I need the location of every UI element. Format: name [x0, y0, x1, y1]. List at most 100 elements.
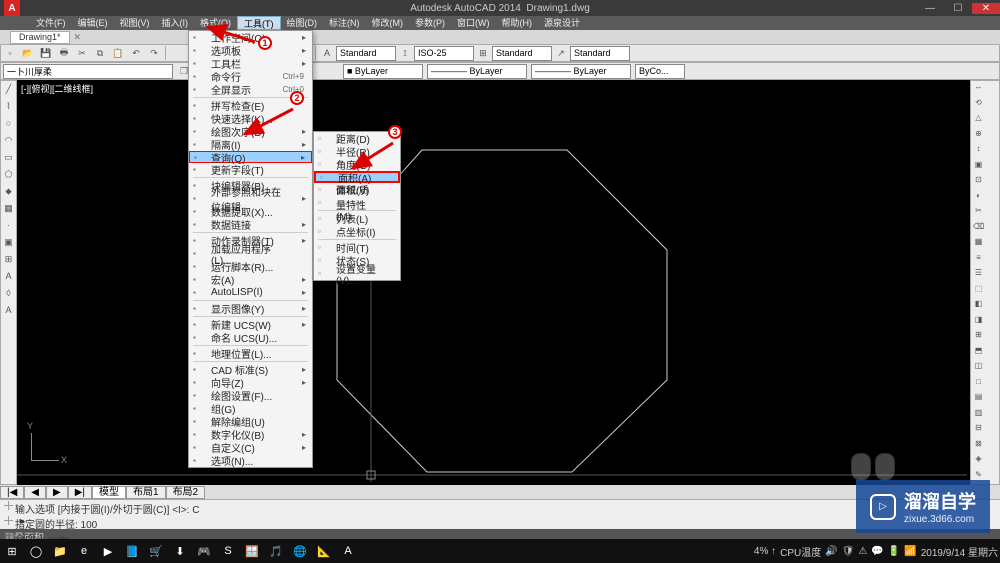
submenu-item[interactable]: ▫设置变量(V)... — [314, 267, 400, 280]
menu-item[interactable]: 修改(M) — [366, 16, 410, 30]
open-icon[interactable]: 📂 — [20, 45, 36, 61]
modify-tool-icon[interactable]: ⊡ — [971, 175, 986, 189]
region-icon[interactable]: ◊ — [1, 286, 16, 301]
mleader-style-combo[interactable]: Standard — [570, 46, 630, 61]
modify-tool-icon[interactable]: ⊞ — [971, 330, 986, 344]
redo-icon[interactable]: ↷ — [146, 45, 162, 61]
circle-icon[interactable]: ○ — [1, 116, 16, 131]
nav-next[interactable]: ▶ — [46, 486, 68, 499]
taskbar-item[interactable]: A — [336, 539, 360, 563]
taskbar-item[interactable]: ▶ — [96, 539, 120, 563]
modify-tool-icon[interactable]: ◧ — [971, 299, 986, 313]
model-tab[interactable]: 模型 — [92, 486, 126, 499]
modify-tool-icon[interactable]: ▤ — [971, 392, 986, 406]
paste-icon[interactable]: 📋 — [110, 45, 126, 61]
menu-item[interactable]: 源泉设计 — [538, 16, 586, 30]
modify-tool-icon[interactable]: ⊟ — [971, 423, 986, 437]
menu-item[interactable]: 参数(P) — [409, 16, 451, 30]
modify-tool-icon[interactable]: ⟲ — [971, 98, 986, 112]
menu-item[interactable]: ▪宏(A)▸ — [189, 273, 312, 286]
line-icon[interactable]: ╱ — [1, 82, 16, 97]
taskbar-item[interactable]: 📁 — [48, 539, 72, 563]
lineweight-combo[interactable]: ———— ByLayer — [531, 64, 631, 79]
modify-tool-icon[interactable]: ◈ — [971, 454, 986, 468]
table-icon[interactable]: ⊞ — [1, 252, 16, 267]
save-icon[interactable]: 💾 — [38, 45, 54, 61]
taskbar-item[interactable]: 🎵 — [264, 539, 288, 563]
nav-last[interactable]: ▶| — [68, 486, 92, 499]
menu-item[interactable]: 文件(F) — [30, 16, 72, 30]
menu-item[interactable]: ▪隔离(I)▸ — [189, 138, 312, 151]
modify-tool-icon[interactable]: ↔ — [971, 82, 986, 96]
ellipse-icon[interactable]: ⬥ — [1, 184, 16, 199]
modify-tool-icon[interactable]: ⊠ — [971, 439, 986, 453]
taskbar-item[interactable]: ⬇ — [168, 539, 192, 563]
print-icon[interactable]: 🖶 — [56, 45, 72, 61]
modify-tool-icon[interactable]: □ — [971, 377, 986, 391]
arc-icon[interactable]: ◠ — [1, 133, 16, 148]
tray-icon[interactable]: 🔊 — [825, 546, 837, 557]
modify-tool-icon[interactable]: ⌫ — [971, 222, 986, 236]
menu-item[interactable]: ▪绘图设置(F)... — [189, 389, 312, 402]
menu-item[interactable]: 编辑(E) — [72, 16, 114, 30]
text-style-combo[interactable]: Standard — [336, 46, 396, 61]
layout1-tab[interactable]: 布局1 — [126, 486, 166, 499]
submenu-item[interactable]: ▫面域/质量特性(M) — [314, 196, 400, 209]
modify-tool-icon[interactable]: ◐ — [971, 191, 986, 205]
drawing-canvas[interactable]: [-][俯视][二维线框] Y X — [17, 80, 970, 485]
menu-item[interactable]: 绘图(D) — [281, 16, 324, 30]
modify-tool-icon[interactable]: ▣ — [971, 160, 986, 174]
rect-icon[interactable]: ▭ — [1, 150, 16, 165]
undo-icon[interactable]: ↶ — [128, 45, 144, 61]
close-tab-icon[interactable]: ✕ — [74, 32, 82, 43]
maximize-button[interactable]: ☐ — [944, 3, 972, 14]
taskbar-item[interactable]: 🪟 — [240, 539, 264, 563]
layout2-tab[interactable]: 布局2 — [166, 486, 206, 499]
nav-prev[interactable]: ◀ — [24, 486, 46, 499]
taskbar-item[interactable]: 📘 — [120, 539, 144, 563]
dim-style-combo[interactable]: ISO-25 — [414, 46, 474, 61]
menu-item[interactable]: 窗口(W) — [451, 16, 496, 30]
tray-icon[interactable]: 📶 — [904, 546, 916, 557]
taskbar-item[interactable]: ⊞ — [0, 539, 24, 563]
menu-item[interactable]: 标注(N) — [323, 16, 366, 30]
modify-tool-icon[interactable]: △ — [971, 113, 986, 127]
mleader-icon[interactable]: ↗ — [553, 45, 569, 61]
table-icon[interactable]: ⊞ — [475, 45, 491, 61]
mtext-icon[interactable]: A — [1, 303, 16, 318]
modify-tool-icon[interactable]: ☰ — [971, 268, 986, 282]
linetype-combo[interactable]: ———— ByLayer — [427, 64, 527, 79]
copy-icon[interactable]: ⧉ — [92, 45, 108, 61]
taskbar-item[interactable]: 🛒 — [144, 539, 168, 563]
menu-item[interactable]: ▪选项板▸ — [189, 44, 312, 57]
modify-tool-icon[interactable]: ≡ — [971, 253, 986, 267]
cut-icon[interactable]: ✂ — [74, 45, 90, 61]
menu-item[interactable]: ▪运行脚本(R)... — [189, 260, 312, 273]
modify-tool-icon[interactable]: ◫ — [971, 361, 986, 375]
taskbar-item[interactable]: S — [216, 539, 240, 563]
menu-item[interactable]: 格式(O) — [194, 16, 237, 30]
new-icon[interactable]: ▫ — [2, 45, 18, 61]
tray-icon[interactable]: 🛡 — [842, 546, 855, 557]
taskbar-item[interactable]: 📐 — [312, 539, 336, 563]
tray-icon[interactable]: 🔋 — [888, 546, 900, 557]
menu-item[interactable]: ▪工具栏▸ — [189, 57, 312, 70]
menu-item[interactable]: ▪绘图次序(D)▸ — [189, 125, 312, 138]
command-window[interactable]: 输入选项 [内接于圆(I)/外切于圆(C)] <I>: C 指定圆的半径: 10… — [0, 499, 1000, 529]
clock[interactable]: 2019/9/14 星期六 — [921, 544, 998, 559]
tray-icon[interactable]: ⚠ — [858, 546, 867, 557]
menu-item[interactable]: 插入(I) — [156, 16, 195, 30]
pline-icon[interactable]: ⌇ — [1, 99, 16, 114]
color-combo[interactable]: ■ ByLayer — [343, 64, 423, 79]
menu-item[interactable]: ▪数据链接▸ — [189, 218, 312, 231]
plotstyle-combo[interactable]: ByCo... — [635, 64, 685, 79]
modify-tool-icon[interactable]: ⬒ — [971, 346, 986, 360]
submenu-item[interactable]: ▫点坐标(I) — [314, 225, 400, 238]
minimize-button[interactable]: — — [916, 3, 944, 14]
menu-item[interactable]: 工具(T) — [237, 16, 281, 30]
modify-tool-icon[interactable]: ◨ — [971, 315, 986, 329]
standard-icon[interactable]: A — [319, 45, 335, 61]
taskbar-item[interactable]: 🌐 — [288, 539, 312, 563]
layer-combo[interactable]: 一卜川厚柔 — [3, 64, 173, 79]
modify-tool-icon[interactable]: ▥ — [971, 408, 986, 422]
